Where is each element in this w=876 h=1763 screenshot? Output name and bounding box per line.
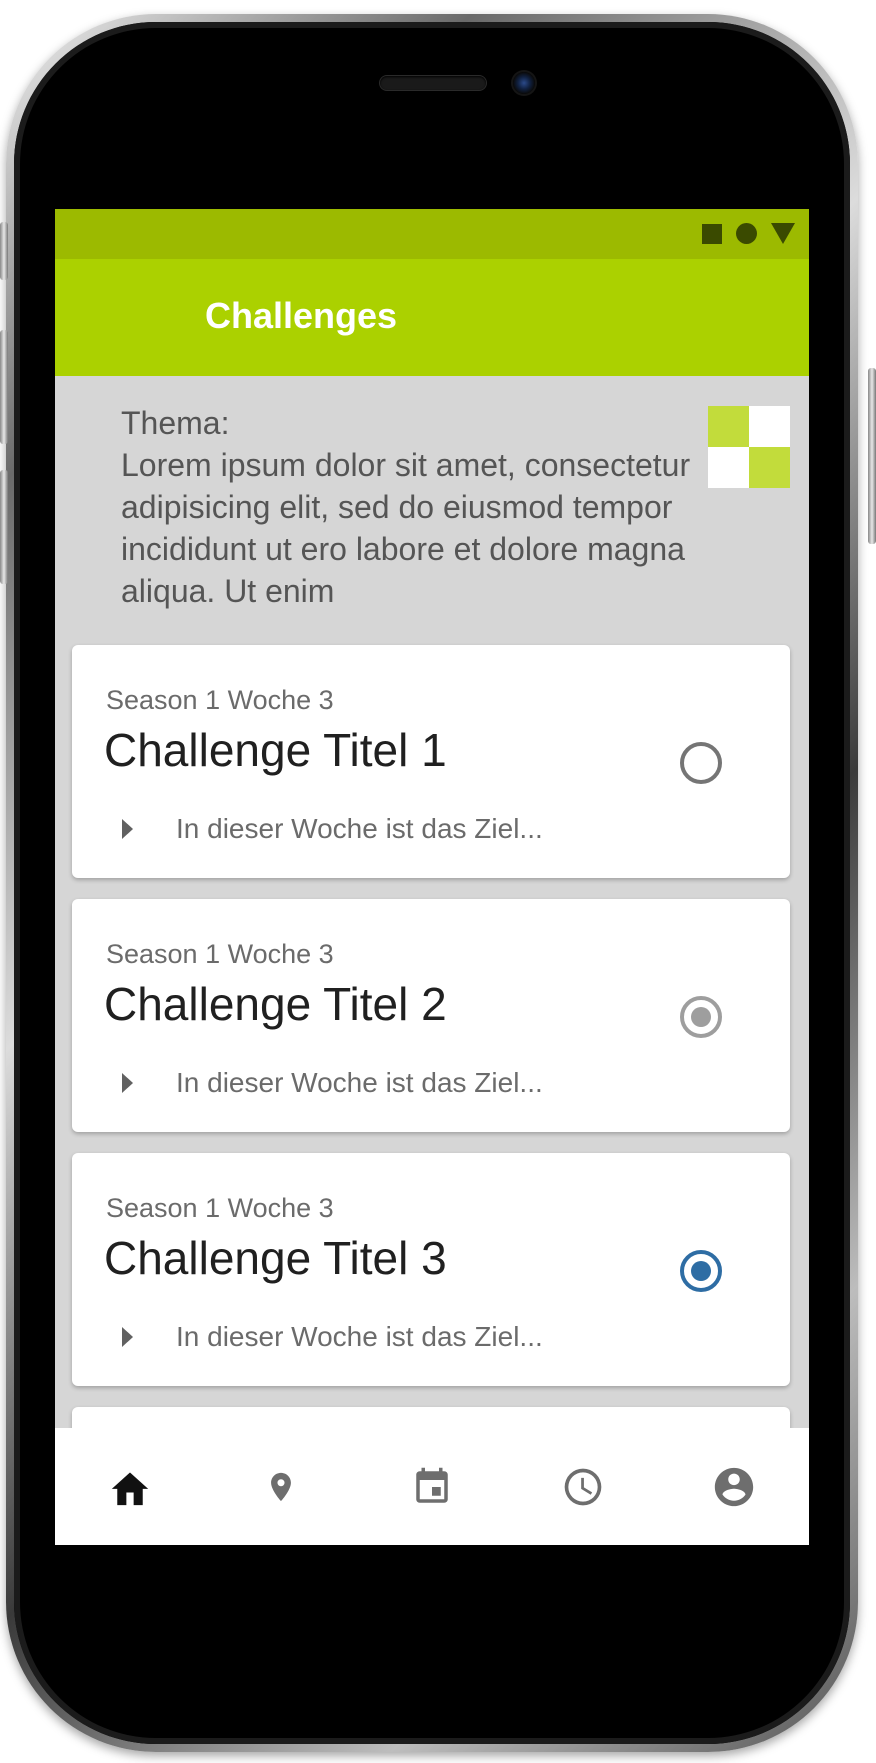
app-bar: Challenges <box>55 259 809 376</box>
challenge-card-2[interactable]: Season 1 Woche 3 Challenge Titel 2 In di… <box>72 899 790 1132</box>
challenge-description: In dieser Woche ist das Ziel... <box>176 813 543 844</box>
status-bar <box>55 209 809 259</box>
challenge-title: Challenge Titel 1 <box>104 724 447 776</box>
clock-icon[interactable] <box>561 1465 605 1509</box>
account-icon[interactable] <box>711 1464 757 1510</box>
volume-down-button <box>0 470 8 584</box>
nav-account[interactable] <box>704 1457 764 1517</box>
mute-switch <box>0 222 8 280</box>
challenge-title: Challenge Titel 3 <box>104 1232 447 1284</box>
challenge-description: In dieser Woche ist das Ziel... <box>176 1067 543 1098</box>
challenge-radio-3[interactable] <box>680 1250 722 1292</box>
challenge-subtitle: Season 1 Woche 3 <box>106 685 334 715</box>
theme-logo <box>708 406 790 488</box>
nav-history[interactable] <box>553 1457 613 1517</box>
challenge-radio-1[interactable] <box>680 742 722 784</box>
theme-panel: Thema: Lorem ipsum dolor sit amet, conse… <box>55 376 809 609</box>
challenge-card-3[interactable]: Season 1 Woche 3 Challenge Titel 3 In di… <box>72 1153 790 1386</box>
power-button <box>868 368 876 544</box>
location-pin-icon[interactable] <box>264 1465 298 1509</box>
home-icon[interactable] <box>108 1467 152 1507</box>
app-screen: Challenges Thema: Lorem ipsum dolor sit … <box>55 209 809 1545</box>
radio-dot <box>691 1007 711 1027</box>
nav-location[interactable] <box>251 1457 311 1517</box>
volume-up-button <box>0 330 8 444</box>
expand-arrow-icon[interactable] <box>122 1327 133 1347</box>
triangle-icon <box>771 223 795 244</box>
challenge-title: Challenge Titel 2 <box>104 978 447 1030</box>
nav-home[interactable] <box>100 1457 160 1517</box>
earpiece-speaker <box>380 76 486 90</box>
front-camera <box>513 72 535 94</box>
challenge-expand-row[interactable]: In dieser Woche ist das Ziel... <box>122 813 543 845</box>
calendar-icon[interactable] <box>411 1465 453 1509</box>
expand-arrow-icon[interactable] <box>122 819 133 839</box>
circle-icon <box>736 223 757 244</box>
bottom-navigation <box>55 1428 809 1545</box>
radio-dot <box>691 1261 711 1281</box>
challenge-radio-2[interactable] <box>680 996 722 1038</box>
expand-arrow-icon[interactable] <box>122 1073 133 1093</box>
nav-calendar[interactable] <box>402 1457 462 1517</box>
page-title: Challenges <box>205 295 398 336</box>
challenge-expand-row[interactable]: In dieser Woche ist das Ziel... <box>122 1067 543 1099</box>
challenge-subtitle: Season 1 Woche 3 <box>106 939 334 969</box>
challenge-expand-row[interactable]: In dieser Woche ist das Ziel... <box>122 1321 543 1353</box>
device-mockup: Challenges Thema: Lorem ipsum dolor sit … <box>0 0 876 1763</box>
square-icon <box>702 223 722 244</box>
challenge-description: In dieser Woche ist das Ziel... <box>176 1321 543 1352</box>
challenge-subtitle: Season 1 Woche 3 <box>106 1193 334 1223</box>
status-icons <box>702 223 795 244</box>
challenge-card-1[interactable]: Season 1 Woche 3 Challenge Titel 1 In di… <box>72 645 790 878</box>
theme-text: Thema: Lorem ipsum dolor sit amet, conse… <box>121 405 691 609</box>
